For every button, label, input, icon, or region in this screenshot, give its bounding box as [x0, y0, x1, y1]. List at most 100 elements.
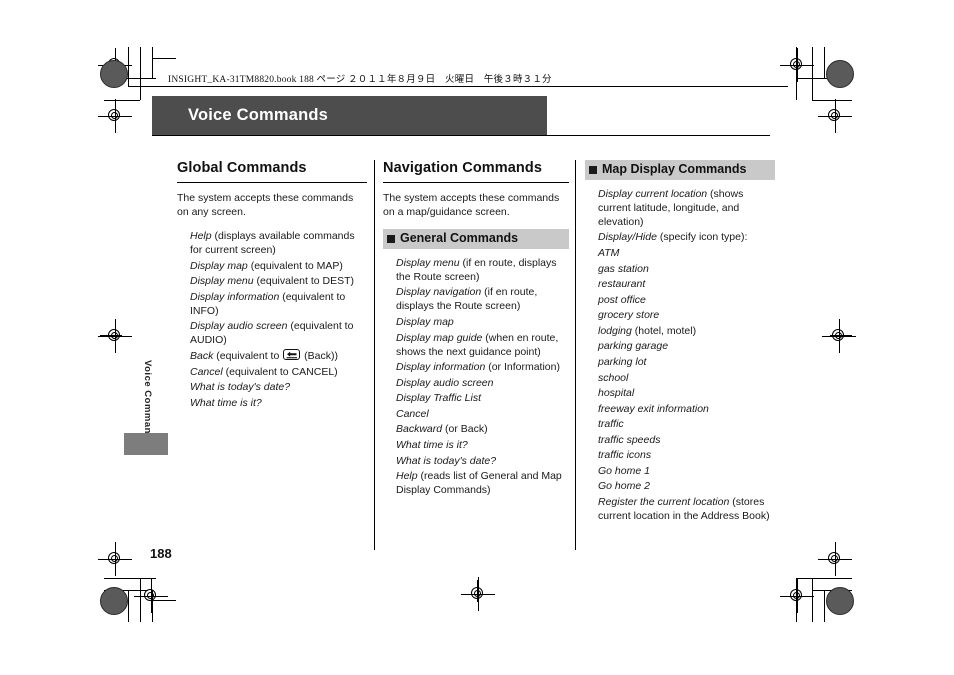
command-term: parking lot [598, 355, 647, 368]
command-item: freeway exit information [598, 402, 775, 416]
command-item: Help (reads list of General and Map Disp… [396, 469, 569, 497]
general-commands-subheading-label: General Commands [400, 230, 519, 245]
command-item: Go home 1 [598, 464, 775, 478]
command-item: Cancel [396, 407, 569, 421]
crop-mark [824, 590, 825, 622]
registration-target-icon [134, 579, 168, 613]
command-term: Display audio screen [396, 376, 494, 389]
command-term: Display information [190, 290, 280, 303]
command-item: hospital [598, 386, 775, 400]
command-term: Help [190, 229, 212, 242]
meta-rule [128, 86, 788, 87]
crop-mark [812, 578, 813, 622]
command-term: restaurant [598, 278, 646, 291]
crop-mark [812, 47, 813, 100]
command-item: Display information (or Information) [396, 360, 569, 374]
command-description: (equivalent to [213, 349, 283, 362]
command-term: gas station [598, 262, 649, 275]
crop-mark [824, 47, 825, 78]
command-term: grocery store [598, 309, 660, 322]
command-term: Help [396, 470, 418, 483]
global-commands-list: Help (displays available commands for cu… [177, 229, 367, 410]
general-commands-subheading: General Commands [383, 228, 569, 249]
command-item: Display menu (equivalent to DEST) [190, 274, 367, 288]
command-description: (equivalent to MAP) [247, 259, 343, 272]
title-underline [152, 135, 770, 137]
command-term: Display map [190, 259, 248, 272]
command-item: Display/Hide (specify icon type): [598, 230, 775, 244]
command-term: traffic [598, 418, 624, 431]
command-term: What time is it? [190, 396, 262, 409]
command-item: parking lot [598, 355, 775, 369]
command-term: Register the current location [598, 496, 730, 508]
command-item: What is today's date? [396, 454, 569, 468]
command-item: Display map (equivalent to MAP) [190, 259, 367, 273]
command-term: traffic icons [598, 449, 652, 462]
command-item: school [598, 371, 775, 385]
command-term: What is today's date? [396, 454, 497, 467]
registration-target-icon [822, 319, 856, 353]
command-term: Display menu [396, 256, 460, 269]
command-item: Display map [396, 315, 569, 329]
command-item: Display map guide (when en route, shows … [396, 331, 569, 359]
command-item: Display menu (if en route, displays the … [396, 256, 569, 284]
command-item: Display navigation (if en route, display… [396, 285, 569, 313]
command-item: Backward (or Back) [396, 422, 569, 436]
registration-target-icon [818, 99, 852, 133]
square-bullet-icon [589, 165, 597, 174]
command-term: ATM [598, 247, 620, 259]
ink-density-dot [826, 60, 854, 88]
crop-mark [152, 58, 176, 59]
command-description: (displays available commands for current… [190, 229, 355, 257]
navigation-commands-intro: The system accepts these commands on a m… [383, 192, 560, 219]
command-description: (hotel, motel) [631, 324, 697, 337]
command-description: (or Information) [485, 361, 560, 374]
registration-target-icon [818, 542, 852, 576]
command-item: traffic [598, 417, 775, 431]
map-display-list-after: Go home 1 Go home 2 Register the current l… [585, 464, 775, 523]
command-item: Display current location (shows current … [598, 187, 775, 229]
crop-mark [812, 100, 852, 101]
file-meta-text: INSIGHT_KA-31TM8820.book 188 ページ ２０１１年８月… [168, 75, 552, 85]
ink-density-dot [100, 587, 128, 615]
command-term: Display menu [190, 275, 254, 288]
command-term: lodging [598, 324, 632, 337]
crop-mark [796, 578, 852, 579]
ink-density-dot [826, 587, 854, 615]
ink-density-dot [100, 60, 128, 88]
heading-rule [177, 181, 367, 184]
registration-target-icon [98, 99, 132, 133]
command-term: What time is it? [396, 438, 468, 451]
heading-rule [383, 181, 569, 184]
map-display-icon-types-list: ATM gas station restaurant post office groce… [585, 246, 775, 462]
command-item: Register the current location (stores cu… [598, 495, 775, 523]
registration-target-icon [780, 48, 814, 82]
command-term: Backward [396, 423, 443, 436]
command-term: Display information [396, 361, 486, 374]
column-global-commands: Global Commands The system accepts these… [177, 160, 367, 411]
command-item: What is today's date? [190, 380, 367, 394]
command-description: (reads list of General and Map Display C… [396, 470, 562, 497]
command-item: What time is it? [396, 438, 569, 452]
command-item: post office [598, 293, 775, 307]
map-display-subheading: Map Display Commands [585, 160, 775, 180]
command-item: Cancel (equivalent to CANCEL) [190, 365, 367, 379]
square-bullet-icon [387, 234, 395, 243]
crop-mark [104, 100, 140, 101]
command-item: ATM [598, 246, 775, 260]
registration-target-icon [461, 577, 495, 611]
navigation-commands-list: Display menu (if en route, displays the … [383, 256, 569, 498]
command-item: What time is it? [190, 396, 367, 410]
page-title-bar: Voice Commands [152, 96, 547, 136]
command-item: Go home 2 [598, 479, 775, 493]
command-term: freeway exit information [598, 402, 709, 415]
registration-target-icon [780, 579, 814, 613]
command-term: traffic speeds [598, 433, 661, 446]
crop-mark [140, 47, 141, 100]
command-item: grocery store [598, 308, 775, 322]
global-commands-heading: Global Commands [177, 160, 307, 176]
command-item: Display information (equivalent to INFO) [190, 290, 367, 318]
command-term: Cancel [396, 407, 429, 420]
command-term: Display current location [598, 187, 708, 200]
column-divider [374, 160, 375, 550]
